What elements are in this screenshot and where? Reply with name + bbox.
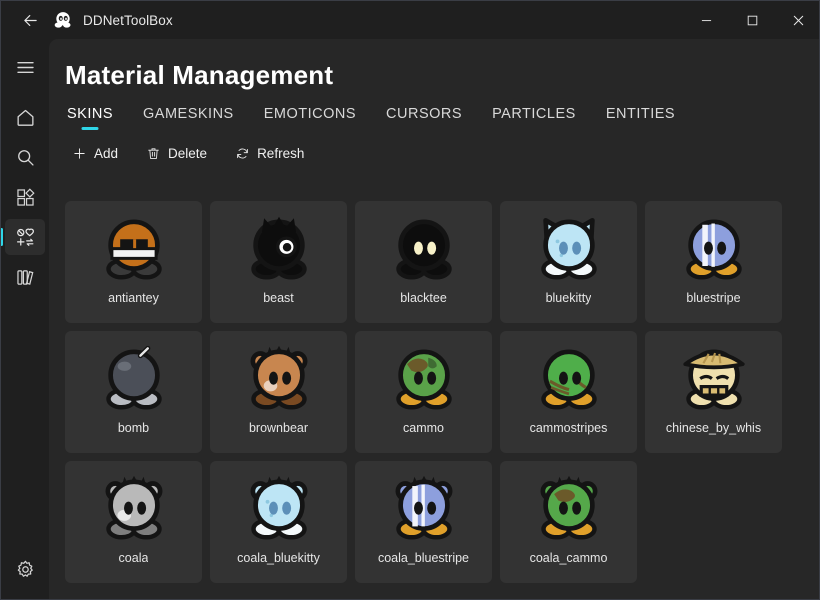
tab-gameskins[interactable]: GAMESKINS (141, 106, 236, 132)
skin-thumbnail-cammo-icon (388, 343, 460, 415)
ddnet-tee-icon (53, 10, 73, 30)
skin-card-label: blacktee (400, 291, 447, 305)
tab-particles[interactable]: PARTICLES (490, 106, 578, 132)
app-window: DDNetToolBox Material Management SKINS G… (0, 0, 820, 600)
skin-card[interactable]: bomb (65, 331, 202, 453)
skin-card-label: coala_bluekitty (237, 551, 320, 565)
skin-thumbnail-coala_bluekitty-icon (243, 473, 315, 545)
skin-card[interactable]: brownbear (210, 331, 347, 453)
tab-skins[interactable]: SKINS (65, 106, 115, 132)
back-button[interactable] (13, 5, 47, 35)
skin-thumbnail-beast-icon (243, 213, 315, 285)
apps-grid-icon (16, 187, 35, 206)
skin-thumbnail-coala_bluestripe-icon (388, 473, 460, 545)
library-books-icon (16, 269, 33, 285)
skin-card[interactable]: blacktee (355, 201, 492, 323)
minimize-icon (701, 19, 711, 21)
skin-card-label: antiantey (108, 291, 159, 305)
delete-button-label: Delete (168, 145, 208, 161)
hamburger-menu-icon (16, 61, 34, 73)
back-arrow-icon (23, 14, 37, 26)
skin-thumbnail-blacktee-icon (388, 213, 460, 285)
skin-thumbnail-antiantey-icon (98, 213, 170, 285)
skin-card[interactable]: coala_bluekitty (210, 461, 347, 583)
home-icon (16, 109, 34, 126)
skin-thumbnail-cammostripes-icon (533, 343, 605, 415)
skin-card[interactable]: beast (210, 201, 347, 323)
skin-card-label: coala_cammo (529, 551, 608, 565)
skin-card[interactable]: chinese_by_whis (645, 331, 782, 453)
skin-card-label: beast (263, 291, 294, 305)
skin-card-label: coala (118, 551, 149, 565)
skin-thumbnail-coala_cammo-icon (533, 473, 605, 545)
refresh-button[interactable]: Refresh (224, 138, 315, 168)
skin-thumbnail-bluekitty-icon (533, 213, 605, 285)
app-title: DDNetToolBox (83, 12, 173, 28)
sidebar-item-library[interactable] (5, 259, 45, 295)
skin-card-label: cammostripes (529, 421, 608, 435)
skin-thumbnail-chinese-icon (678, 343, 750, 415)
add-button[interactable]: Add (61, 138, 129, 168)
skin-card-label: bomb (117, 421, 150, 435)
skin-card[interactable]: coala_bluestripe (355, 461, 492, 583)
skins-grid: antiantey beast blacktee bluekitty blues… (49, 201, 819, 583)
sidebar-item-home[interactable] (5, 99, 45, 135)
plus-icon (74, 147, 85, 159)
skin-card[interactable]: coala_cammo (500, 461, 637, 583)
tab-cursors[interactable]: CURSORS (384, 106, 464, 132)
sidebar (1, 39, 49, 599)
skin-card[interactable]: cammo (355, 331, 492, 453)
sidebar-item-menu-toggle[interactable] (5, 49, 45, 85)
skin-thumbnail-coala-icon (98, 473, 170, 545)
skin-card-label: brownbear (248, 421, 309, 435)
maximize-button[interactable] (729, 1, 775, 39)
tab-entities[interactable]: ENTITIES (604, 106, 677, 132)
refresh-icon (237, 148, 248, 158)
delete-button[interactable]: Delete (135, 138, 218, 168)
skin-card-label: bluestripe (686, 291, 741, 305)
sidebar-item-search[interactable] (5, 139, 45, 175)
minimize-button[interactable] (683, 1, 729, 39)
add-button-label: Add (94, 145, 119, 161)
close-button[interactable] (775, 1, 819, 39)
sidebar-item-tools[interactable] (5, 179, 45, 215)
skin-thumbnail-brownbear-icon (243, 343, 315, 415)
skin-thumbnail-bomb-icon (98, 343, 170, 415)
tab-bar: SKINS GAMESKINS EMOTICONS CURSORS PARTIC… (65, 106, 819, 132)
material-management-icon (16, 228, 34, 246)
skin-card[interactable]: bluekitty (500, 201, 637, 323)
skins-grid-scroll[interactable]: antiantey beast blacktee bluekitty blues… (49, 201, 819, 599)
skin-card[interactable]: cammostripes (500, 331, 637, 453)
title-bar: DDNetToolBox (1, 1, 819, 39)
skin-card-label: bluekitty (545, 291, 592, 305)
skin-card-label: coala_bluestripe (377, 551, 470, 565)
close-icon (793, 15, 803, 25)
skin-card[interactable]: bluestripe (645, 201, 782, 323)
trash-icon (148, 147, 159, 159)
sidebar-item-material-management[interactable] (1, 219, 45, 255)
content-panel: Material Management SKINS GAMESKINS EMOT… (49, 39, 819, 599)
refresh-button-label: Refresh (257, 145, 305, 161)
page-title: Material Management (65, 60, 334, 90)
skin-card[interactable]: antiantey (65, 201, 202, 323)
settings-gear-icon (17, 560, 33, 577)
skin-card-label: chinese_by_whis (665, 421, 762, 435)
skin-thumbnail-bluestripe-icon (678, 213, 750, 285)
window-controls (683, 1, 819, 39)
skin-card[interactable]: coala (65, 461, 202, 583)
sidebar-item-settings[interactable] (5, 551, 45, 587)
search-icon (17, 149, 34, 166)
maximize-icon (747, 15, 757, 25)
skin-card-label: cammo (403, 421, 444, 435)
tab-emoticons[interactable]: EMOTICONS (262, 106, 358, 132)
toolbar: Add Delete Refresh (61, 138, 819, 168)
